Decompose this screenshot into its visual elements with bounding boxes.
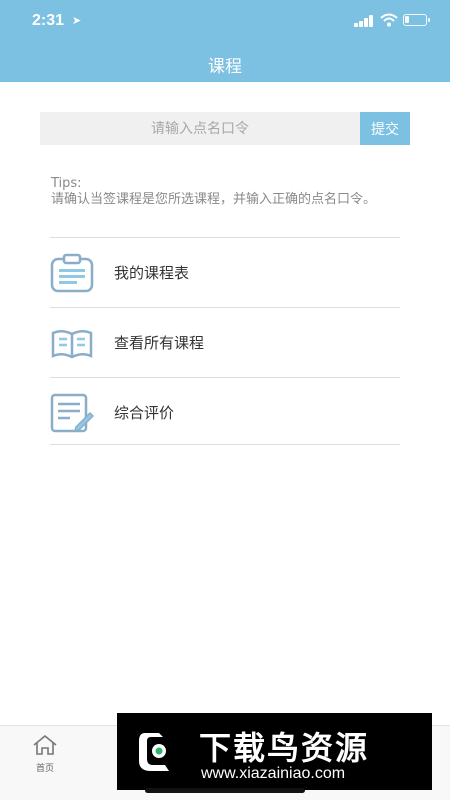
- menu-label: 综合评价: [114, 404, 175, 422]
- tab-home[interactable]: 首页: [20, 734, 70, 774]
- location-arrow-icon: ➤: [72, 14, 82, 27]
- watermark-name: 下载鸟资源: [199, 729, 370, 767]
- bird-logo: [129, 725, 183, 779]
- tips-text: 请确认当签课程是您所选课程，并输入正确的点名口令。: [51, 192, 377, 207]
- status-time: 2:31: [32, 12, 65, 29]
- watermark-banner: 下载鸟资源 www.xiazainiao.com: [117, 713, 432, 790]
- menu-label: 我的课程表: [114, 264, 190, 282]
- battery-icon: [403, 14, 430, 26]
- status-bar: 2:31 ➤: [0, 0, 450, 42]
- page-title: 课程: [208, 57, 242, 77]
- submit-button[interactable]: 提交: [360, 112, 410, 145]
- menu-item-all-courses[interactable]: 查看所有课程: [50, 307, 400, 377]
- watermark-url: www.xiazainiao.com: [201, 765, 346, 782]
- code-form: 提交: [40, 112, 410, 145]
- clipboard-icon: [50, 253, 94, 293]
- tips-block: Tips: 请确认当签课程是您所选课程，并输入正确的点名口令。: [51, 176, 401, 208]
- tips-heading: Tips:: [51, 176, 82, 191]
- app-header: 2:31 ➤ 课程: [0, 0, 450, 82]
- home-indicator: [145, 788, 305, 793]
- wifi-icon: [380, 13, 398, 27]
- menu-label: 查看所有课程: [114, 334, 205, 352]
- tab-home-label: 首页: [35, 764, 54, 774]
- menu-item-evaluation[interactable]: 综合评价: [50, 377, 400, 445]
- open-book-icon: [51, 330, 93, 359]
- menu-item-my-schedule[interactable]: 我的课程表: [50, 237, 400, 307]
- document-edit-icon: [50, 393, 94, 433]
- roll-call-code-input[interactable]: [40, 112, 360, 145]
- signal-icon: [354, 15, 376, 27]
- course-menu: 我的课程表 查看所有课程 综合评价: [50, 237, 400, 445]
- home-icon: [33, 734, 57, 755]
